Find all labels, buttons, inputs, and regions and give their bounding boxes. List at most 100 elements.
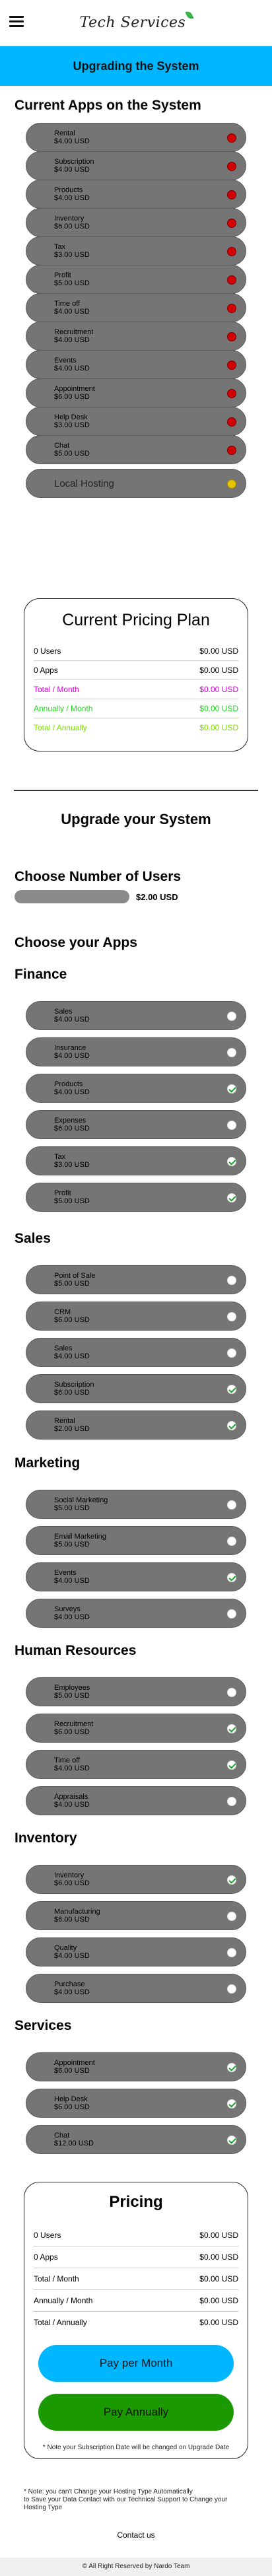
app-price: $6.00 USD [54,2103,90,2111]
checkmark-icon[interactable] [227,1573,236,1582]
pricing-row: Total / Month $0.00 USD [34,680,238,699]
checkmark-icon[interactable] [227,1760,236,1770]
app-toggle-item[interactable]: Quality $4.00 USD [26,1937,246,1967]
app-toggle-item[interactable]: Expenses $6.00 USD [26,1110,246,1139]
status-dot-icon[interactable] [227,1276,236,1285]
app-toggle-item[interactable]: Profit $5.00 USD [26,265,246,294]
status-dot-icon[interactable] [227,1312,236,1321]
app-toggle-item[interactable]: Rental $4.00 USD [26,123,246,152]
pricing-row-value: $0.00 USD [199,2274,238,2283]
status-dot-icon[interactable] [227,1984,236,1994]
app-toggle-item[interactable]: Chat $5.00 USD [26,435,246,464]
app-price: $6.00 USD [54,1728,90,1736]
app-toggle-item[interactable]: Appointment $6.00 USD [26,378,246,407]
app-name: Employees [54,1684,90,1692]
status-dot-icon[interactable] [227,190,236,199]
status-dot-icon[interactable] [227,446,236,455]
status-dot-icon[interactable] [227,332,236,341]
page-banner: Upgrading the System [0,46,272,86]
app-toggle-item[interactable]: Manufacturing $6.00 USD [26,1901,246,1930]
app-toggle-item[interactable]: Subscription $6.00 USD [26,1374,246,1403]
status-dot-icon[interactable] [227,247,236,256]
app-toggle-item[interactable]: Social Marketing $5.00 USD [26,1490,246,1519]
app-toggle-item[interactable]: Point of Sale $5.00 USD [26,1265,246,1294]
app-toggle-item[interactable]: Help Desk $3.00 USD [26,407,246,436]
app-toggle-item[interactable]: Recruitment $6.00 USD [26,1714,246,1743]
app-toggle-item[interactable]: Employees $5.00 USD [26,1677,246,1706]
users-slider[interactable]: $2.00 USD [0,890,272,903]
pricing-row-label: 0 Apps [34,666,58,675]
app-price: $5.00 USD [54,1280,90,1288]
checkmark-icon[interactable] [227,2063,236,2072]
status-dot-icon[interactable] [227,1048,236,1057]
checkmark-icon[interactable] [227,2136,236,2145]
pricing-row-label: Total / Month [34,685,79,694]
status-dot-icon[interactable] [227,304,236,313]
status-dot-icon[interactable] [227,1688,236,1697]
local-hosting-item[interactable]: Local Hosting [26,469,246,498]
app-toggle-item[interactable]: Recruitment $4.00 USD [26,322,246,351]
status-dot-icon[interactable] [227,1348,236,1358]
app-toggle-item[interactable]: Chat $12.00 USD [26,2125,246,2154]
app-toggle-item[interactable]: Sales $4.00 USD [26,1001,246,1030]
pricing-row-label: Total / Annually [34,723,87,732]
users-slider-track[interactable] [15,890,129,903]
checkmark-icon[interactable] [227,1875,236,1885]
copyright: © All Right Reserved by Nardo Team [0,2558,272,2576]
app-toggle-item[interactable]: Products $4.00 USD [26,180,246,209]
status-dot-icon[interactable] [227,417,236,427]
app-toggle-item[interactable]: Products $4.00 USD [26,1074,246,1103]
app-toggle-item[interactable]: Inventory $6.00 USD [26,208,246,237]
checkmark-icon[interactable] [227,2099,236,2108]
app-toggle-item[interactable]: Time off $4.00 USD [26,1750,246,1779]
checkmark-icon[interactable] [227,1724,236,1733]
checkmark-icon[interactable] [227,1385,236,1394]
pricing-row-value: $0.00 USD [199,723,238,732]
checkmark-icon[interactable] [227,1157,236,1166]
app-toggle-item[interactable]: Inventory $6.00 USD [26,1865,246,1894]
status-dot-icon[interactable] [227,275,236,285]
app-toggle-item[interactable]: Profit $5.00 USD [26,1183,246,1212]
status-dot-icon[interactable] [227,1797,236,1806]
app-toggle-item[interactable]: Insurance $4.00 USD [26,1037,246,1066]
status-dot-icon[interactable] [227,1948,236,1957]
app-toggle-item[interactable]: Subscription $4.00 USD [26,151,246,180]
app-toggle-item[interactable]: Surveys $4.00 USD [26,1599,246,1628]
app-toggle-item[interactable]: Appraisals $4.00 USD [26,1786,246,1815]
status-dot-icon[interactable] [227,1912,236,1921]
app-toggle-item[interactable]: Sales $4.00 USD [26,1338,246,1367]
app-group-title: Inventory [15,1830,77,1846]
status-dot-icon[interactable] [227,389,236,398]
status-dot-icon[interactable] [227,219,236,228]
contact-link[interactable]: Contact us [0,2530,272,2540]
app-toggle-item[interactable]: Tax $3.00 USD [26,236,246,265]
app-toggle-item[interactable]: Help Desk $6.00 USD [26,2089,246,2118]
status-dot-icon[interactable] [227,1012,236,1021]
status-dot-icon[interactable] [227,1121,236,1130]
status-dot-icon[interactable] [227,361,236,370]
app-toggle-item[interactable]: Tax $3.00 USD [26,1146,246,1175]
pay-per-month-button[interactable]: Pay per Month [38,2345,234,2382]
app-toggle-item[interactable]: Events $4.00 USD [26,1562,246,1591]
app-toggle-item[interactable]: Events $4.00 USD [26,350,246,379]
app-toggle-item[interactable]: CRM $6.00 USD [26,1302,246,1331]
status-dot-icon[interactable] [227,1537,236,1546]
app-toggle-item[interactable]: Appointment $6.00 USD [26,2052,246,2081]
logo[interactable]: Tech Services [0,9,272,31]
status-dot-icon[interactable] [227,1609,236,1619]
current-apps-section: Current Apps on the System [0,98,272,114]
app-toggle-item[interactable]: Email Marketing $5.00 USD [26,1526,246,1555]
checkmark-icon[interactable] [227,1421,236,1430]
checkmark-icon[interactable] [227,1084,236,1094]
app-price: $5.00 USD [54,279,90,287]
app-price: $4.00 USD [54,1952,90,1960]
checkmark-icon[interactable] [227,1193,236,1202]
status-dot-icon[interactable] [227,1500,236,1510]
app-toggle-item[interactable]: Time off $4.00 USD [26,293,246,322]
status-dot-icon[interactable] [227,162,236,171]
pay-annually-button[interactable]: Pay Annually [38,2394,234,2431]
app-toggle-item[interactable]: Purchase $4.00 USD [26,1974,246,2003]
status-dot-icon [227,479,236,489]
app-toggle-item[interactable]: Rental $2.00 USD [26,1410,246,1440]
status-dot-icon[interactable] [227,133,236,143]
